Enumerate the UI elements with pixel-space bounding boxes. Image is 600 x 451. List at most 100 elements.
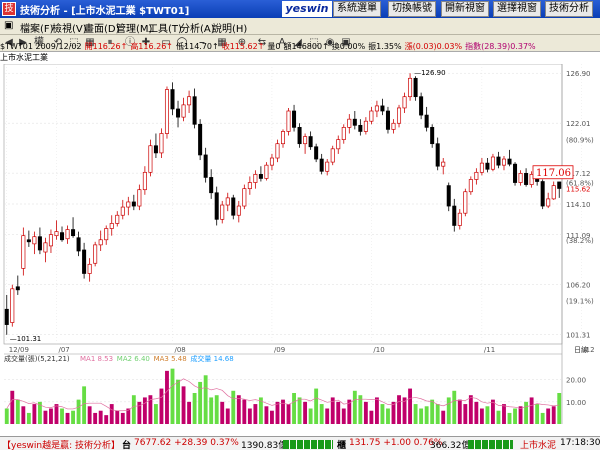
volume-bar bbox=[253, 404, 258, 424]
select-window-button[interactable]: 選擇視窗 bbox=[493, 1, 541, 17]
candle-body bbox=[319, 158, 324, 172]
volume-bar bbox=[242, 399, 247, 424]
volume-bar bbox=[446, 397, 451, 424]
volume-bar bbox=[502, 404, 506, 424]
volume-bar bbox=[341, 408, 346, 424]
candle-body bbox=[374, 105, 379, 112]
candle-body bbox=[524, 172, 529, 185]
candle-body bbox=[490, 156, 495, 170]
menu-view[interactable]: 檢視(V) bbox=[52, 20, 87, 35]
candle-body bbox=[142, 171, 147, 191]
candle-body bbox=[170, 89, 175, 110]
candle-body bbox=[37, 236, 42, 251]
menu-display[interactable]: 畫面(D) bbox=[84, 20, 120, 35]
volume-legend-item: MA3 5.48 bbox=[154, 355, 187, 363]
volume-title: 成交量(張)(5,21,21) bbox=[4, 354, 70, 363]
system-menu-button[interactable]: 系統選單 bbox=[333, 1, 381, 17]
menu-help[interactable]: 說明(H) bbox=[212, 20, 247, 35]
volume-bar bbox=[21, 406, 26, 424]
price-chart[interactable]: 126.90122.01(80.9%)117.12(61.8%)115.6211… bbox=[0, 63, 600, 436]
twse-bar bbox=[283, 440, 333, 449]
volume-bar bbox=[391, 401, 396, 424]
volume-bar bbox=[336, 401, 341, 424]
twse-label: 台 bbox=[122, 441, 132, 451]
candle-body bbox=[435, 143, 440, 167]
menu-tools[interactable]: 工具(T) bbox=[148, 20, 182, 35]
series-name: 上市水泥工業 bbox=[0, 53, 48, 62]
candle-body bbox=[452, 205, 457, 226]
menu-file[interactable]: 檔案(F) bbox=[20, 20, 54, 35]
volume-bar bbox=[551, 406, 556, 424]
menu-analysis[interactable]: 分析(A) bbox=[180, 20, 215, 35]
candle-body bbox=[153, 145, 158, 154]
twse-volume: 1390.83億 bbox=[241, 441, 288, 451]
candle-body bbox=[148, 145, 153, 173]
candle-body bbox=[408, 77, 413, 98]
volume-bar bbox=[408, 388, 413, 424]
candle-body bbox=[187, 96, 192, 106]
candle-body bbox=[441, 161, 446, 167]
status-app-label: 【yeswin越是贏: 技術分析】 bbox=[2, 441, 121, 451]
ohlc-values: $TWT01 2009/12/02 開116.26↑ 高116.26↑ 低114.70… bbox=[0, 41, 600, 53]
volume-bar bbox=[513, 408, 517, 424]
candle-body bbox=[413, 77, 418, 98]
candle-body bbox=[369, 110, 374, 122]
candle-body bbox=[330, 148, 335, 163]
low-annotation: —101.31 bbox=[10, 335, 42, 343]
volume-bar bbox=[214, 395, 219, 424]
volume-bar bbox=[325, 408, 330, 424]
volume-bar bbox=[165, 370, 169, 424]
candle-body bbox=[546, 198, 551, 207]
candle-body bbox=[176, 108, 181, 118]
candle-body bbox=[120, 206, 125, 216]
volume-bar bbox=[187, 401, 192, 424]
candle-body bbox=[557, 181, 562, 189]
chart-area[interactable]: 126.90 122.01 (80.9%) 117.12 (61.8%) 115.62 11… bbox=[0, 63, 600, 432]
candle-body bbox=[236, 205, 241, 216]
candle-body bbox=[363, 120, 368, 132]
volume-bar bbox=[131, 395, 136, 424]
candle-body bbox=[214, 192, 219, 220]
candle-body bbox=[325, 161, 330, 172]
volume-bar bbox=[413, 404, 418, 424]
volume-bar bbox=[126, 408, 131, 424]
price-tick-label: (38.2%) bbox=[566, 237, 594, 245]
candle-body bbox=[457, 212, 462, 226]
price-tick-label: (80.9%) bbox=[566, 137, 594, 145]
candle-body bbox=[501, 158, 506, 166]
menu-manage[interactable]: 管理(M) bbox=[116, 20, 152, 35]
date-tick-label: /11 bbox=[484, 346, 495, 354]
volume-bar bbox=[374, 397, 379, 424]
volume-bar bbox=[297, 397, 302, 424]
volume-bar bbox=[120, 412, 125, 424]
app-icon: 技 bbox=[2, 2, 16, 16]
ohlc-field: 收115.62↑ bbox=[221, 42, 265, 51]
candle-body bbox=[507, 158, 512, 165]
tech-analysis-button[interactable]: 技術分析 bbox=[545, 1, 593, 17]
candle-body bbox=[292, 110, 297, 128]
volume-bar bbox=[49, 408, 53, 424]
volume-bar bbox=[220, 401, 225, 424]
candle-body bbox=[231, 197, 236, 216]
candle-body bbox=[181, 104, 186, 118]
volume-bar bbox=[87, 406, 92, 424]
ohlc-field: $TWT01 2009/12/02 bbox=[0, 42, 82, 51]
candle-body bbox=[164, 89, 169, 134]
volume-bar bbox=[142, 397, 147, 424]
volume-bar bbox=[419, 408, 424, 424]
market-label[interactable]: 上市水泥 bbox=[520, 438, 556, 451]
new-window-button[interactable]: 開新視窗 bbox=[441, 1, 489, 17]
volume-bar bbox=[441, 410, 446, 424]
title-bar: 技 技術分析 - [上市水泥工業 $TWT01] yeswin 系統選單 切換帳… bbox=[0, 0, 600, 18]
volume-bar bbox=[479, 408, 484, 424]
volume-bar bbox=[270, 410, 274, 424]
candle-body bbox=[286, 110, 291, 132]
candle-body bbox=[126, 201, 131, 208]
date-tick-label: /09 bbox=[274, 346, 285, 354]
candle-body bbox=[280, 131, 286, 145]
ohlc-field: 振1.35% bbox=[368, 42, 402, 51]
candle-body bbox=[21, 235, 26, 269]
switch-account-button[interactable]: 切換帳號 bbox=[388, 1, 436, 17]
price-tick-label: 115.62 bbox=[566, 185, 591, 193]
volume-bar bbox=[546, 408, 551, 424]
